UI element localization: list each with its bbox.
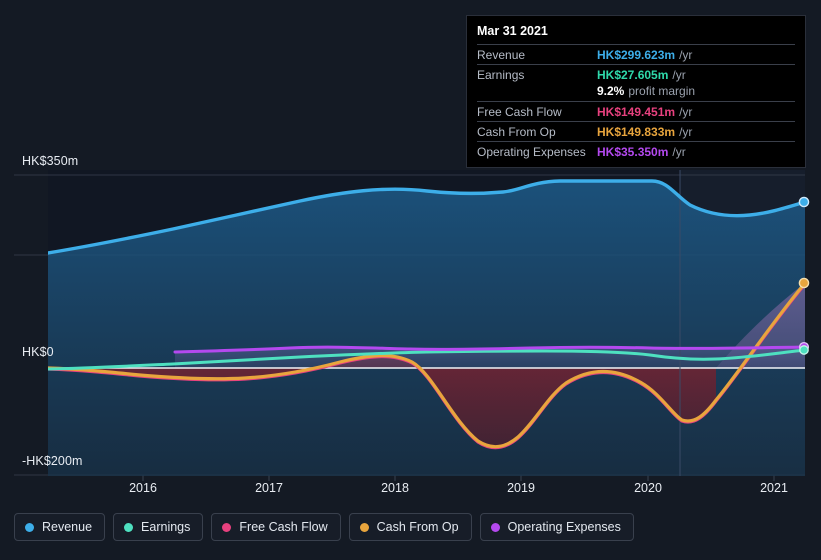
legend-label-operating-expenses: Operating Expenses (507, 520, 621, 534)
x-axis-label-2019: 2019 (507, 481, 535, 495)
tooltip-unit-free-cash-flow: /yr (679, 105, 693, 119)
x-axis-label-2021: 2021 (760, 481, 788, 495)
legend-item-revenue[interactable]: Revenue (14, 513, 106, 541)
tooltip-value-revenue: HK$299.623m (597, 48, 676, 62)
revenue-end-dot (798, 196, 810, 208)
tooltip-row-free-cash-flow: Free Cash Flow HK$149.451m /yr (477, 101, 795, 121)
tooltip-unit-earnings: /yr (672, 68, 686, 82)
tooltip-value-free-cash-flow: HK$149.451m (597, 105, 676, 119)
legend-dot-icon-earnings (124, 522, 134, 532)
chart-legend: Revenue Earnings Free Cash Flow Cash Fro… (14, 513, 634, 541)
legend-item-operating-expenses[interactable]: Operating Expenses (479, 513, 634, 541)
tooltip-unit-revenue: /yr (679, 48, 693, 62)
tooltip-unit-operating-expenses: /yr (672, 145, 686, 159)
y-axis-label-top: HK$350m (22, 154, 79, 168)
tooltip-suffix-profit-margin: profit margin (628, 84, 696, 98)
earnings-end-dot (799, 345, 809, 355)
legend-item-earnings[interactable]: Earnings (113, 513, 204, 541)
tooltip-key-cash-from-op: Cash From Op (477, 125, 556, 139)
tooltip-key-operating-expenses: Operating Expenses (477, 145, 586, 159)
tooltip-row-operating-expenses: Operating Expenses HK$35.350m /yr (477, 141, 795, 161)
cash-from-op-end-dot (798, 277, 810, 289)
legend-dot-icon-free-cash-flow (222, 522, 232, 532)
legend-dot-icon-operating-expenses (490, 522, 500, 532)
tooltip-row-earnings: Earnings HK$27.605m /yr (477, 64, 795, 84)
legend-dot-icon-revenue (25, 522, 34, 532)
tooltip-key-free-cash-flow: Free Cash Flow (477, 105, 562, 119)
legend-label-cash-from-op: Cash From Op (376, 520, 459, 534)
tooltip-key-earnings: Earnings (477, 68, 525, 82)
legend-item-free-cash-flow[interactable]: Free Cash Flow (211, 513, 341, 541)
tooltip-date: Mar 31 2021 (477, 24, 548, 38)
x-axis-label-2017: 2017 (255, 481, 283, 495)
y-axis-label-zero: HK$0 (22, 345, 54, 359)
tooltip-key-revenue: Revenue (477, 48, 526, 62)
legend-label-free-cash-flow: Free Cash Flow (239, 520, 328, 534)
legend-label-earnings: Earnings (141, 520, 191, 534)
legend-item-cash-from-op[interactable]: Cash From Op (348, 513, 472, 541)
tooltip-value-operating-expenses: HK$35.350m (597, 145, 669, 159)
tooltip-value-earnings: HK$27.605m (597, 68, 669, 82)
tooltip-value-profit-margin: 9.2% (597, 84, 625, 98)
tooltip-unit-cash-from-op: /yr (679, 125, 693, 139)
y-axis-label-bottom: -HK$200m (22, 454, 83, 468)
legend-dot-icon-cash-from-op (359, 522, 369, 532)
tooltip-row-cash-from-op: Cash From Op HK$149.833m /yr (477, 121, 795, 141)
data-tooltip: Mar 31 2021 Revenue HK$299.623m /yr Earn… (466, 15, 806, 168)
legend-label-revenue: Revenue (42, 520, 93, 534)
x-axis-label-2020: 2020 (634, 481, 662, 495)
x-axis-label-2016: 2016 (129, 481, 157, 495)
tooltip-row-profit-margin: 9.2% profit margin (477, 84, 795, 101)
tooltip-value-cash-from-op: HK$149.833m (597, 125, 676, 139)
financial-chart-panel: HK$350m HK$0 -HK$200m 2016 2017 2018 201… (0, 0, 821, 560)
tooltip-row-revenue: Revenue HK$299.623m /yr (477, 44, 795, 64)
x-axis-label-2018: 2018 (381, 481, 409, 495)
